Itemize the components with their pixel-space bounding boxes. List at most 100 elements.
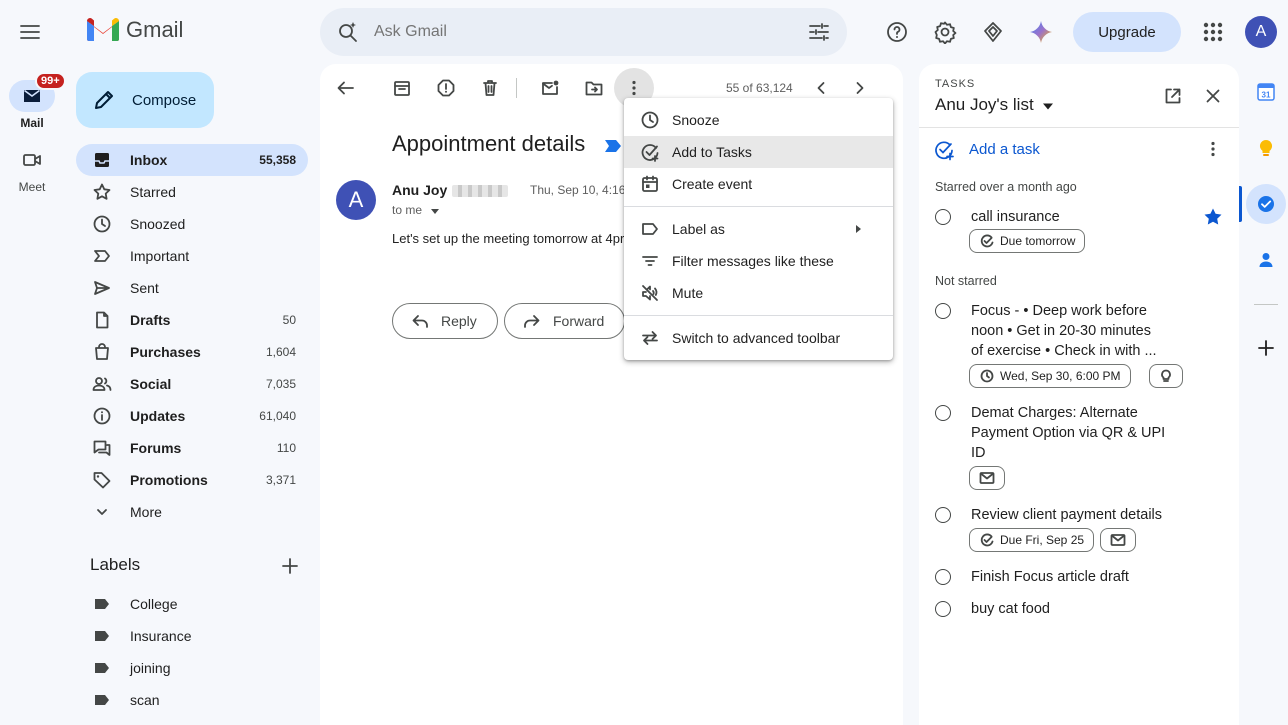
move-to-button[interactable] — [574, 68, 614, 108]
menu-switch-toolbar[interactable]: Switch to advanced toolbar — [624, 322, 893, 354]
more-actions-menu: Snooze Add to Tasks Create event Label a… — [624, 98, 893, 360]
nav-snoozed[interactable]: Snoozed — [76, 208, 308, 240]
main-menu-button[interactable] — [10, 12, 50, 52]
help-icon — [887, 22, 907, 42]
task-complete-checkbox[interactable] — [935, 601, 951, 617]
star-filled-icon[interactable] — [1203, 207, 1223, 227]
email-link-chip[interactable] — [1100, 528, 1136, 552]
upgrade-button[interactable]: Upgrade — [1073, 12, 1181, 52]
add-task-button[interactable]: Add a task — [969, 141, 1040, 158]
gemini-features-button[interactable] — [973, 12, 1013, 52]
task-options-button[interactable] — [1193, 129, 1233, 169]
email-subject: Appointment details — [392, 131, 586, 156]
task-complete-checkbox[interactable] — [935, 405, 951, 421]
nav-more[interactable]: More — [76, 496, 308, 528]
label-scan[interactable]: scan — [76, 684, 308, 716]
calendar-app-button[interactable]: 31 — [1246, 72, 1286, 112]
tasks-eyebrow: TASKS — [935, 78, 976, 90]
menu-add-to-tasks[interactable]: Add to Tasks — [624, 136, 893, 168]
draft-icon — [96, 311, 109, 329]
add-task-icon — [641, 144, 659, 162]
active-app-indicator — [1239, 186, 1242, 222]
menu-filter-messages[interactable]: Filter messages like these — [624, 245, 893, 277]
nav-purchases[interactable]: Purchases 1,604 — [76, 336, 308, 368]
search-options-icon[interactable] — [807, 20, 831, 44]
nav-social[interactable]: Social 7,035 — [76, 368, 308, 400]
due-chip[interactable]: Due tomorrow — [969, 229, 1086, 253]
nav-inbox[interactable]: Inbox 55,358 — [76, 144, 308, 176]
nav-label: Drafts — [130, 312, 171, 328]
nav-forums[interactable]: Forums 110 — [76, 432, 308, 464]
settings-button[interactable] — [925, 12, 965, 52]
important-marker-icon[interactable] — [604, 139, 622, 153]
task-complete-checkbox[interactable] — [935, 507, 951, 523]
tag-icon — [93, 472, 111, 489]
menu-label-as[interactable]: Label as — [624, 213, 893, 245]
reply-button[interactable]: Reply — [392, 303, 498, 339]
search-bar[interactable] — [320, 8, 847, 56]
keep-app-button[interactable] — [1246, 128, 1286, 168]
search-input[interactable] — [374, 20, 774, 44]
recipient-line[interactable]: to me — [392, 203, 441, 217]
reply-icon — [412, 315, 428, 328]
menu-snooze[interactable]: Snooze — [624, 104, 893, 136]
task-list-selector[interactable]: Anu Joy's list — [935, 95, 1054, 115]
nav-label: Promotions — [130, 472, 208, 488]
keep-note-chip[interactable] — [1149, 364, 1183, 388]
back-button[interactable] — [326, 68, 366, 108]
menu-mute[interactable]: Mute — [624, 277, 893, 309]
nav-sent[interactable]: Sent — [76, 272, 308, 304]
task-title[interactable]: Demat Charges: Alternate Payment Option … — [971, 403, 1167, 463]
recipient-text: to me — [392, 203, 423, 217]
nav-promotions[interactable]: Promotions 3,371 — [76, 464, 308, 496]
task-complete-checkbox[interactable] — [935, 209, 951, 225]
apps-button[interactable] — [1193, 12, 1233, 52]
email-link-chip[interactable] — [969, 466, 1005, 490]
get-addons-button[interactable] — [1246, 328, 1286, 368]
forward-button[interactable]: Forward — [504, 303, 626, 339]
gmail-logo[interactable]: Gmail — [86, 17, 183, 43]
due-chip[interactable]: Due Fri, Sep 25 — [969, 528, 1095, 552]
due-chip-label: Due tomorrow — [1000, 234, 1076, 248]
sender-name[interactable]: Anu Joy — [392, 182, 447, 198]
task-list-name: Anu Joy's list — [935, 95, 1034, 114]
account-avatar[interactable]: A — [1245, 16, 1277, 48]
task-title[interactable]: Review client payment details — [971, 505, 1167, 525]
mark-unread-button[interactable] — [530, 68, 570, 108]
task-title[interactable]: Finish Focus article draft — [971, 567, 1167, 587]
label-joining[interactable]: joining — [76, 652, 308, 684]
create-label-button[interactable] — [270, 546, 310, 586]
label-insurance[interactable]: Insurance — [76, 620, 308, 652]
close-tasks-button[interactable] — [1193, 76, 1233, 116]
task-complete-checkbox[interactable] — [935, 569, 951, 585]
tasks-app-button[interactable] — [1246, 184, 1286, 224]
nav-drafts[interactable]: Drafts 50 — [76, 304, 308, 336]
pager-count: 55 of 63,124 — [726, 81, 793, 95]
nav-starred[interactable]: Starred — [76, 176, 308, 208]
compose-button[interactable]: Compose — [76, 72, 214, 128]
due-chip[interactable]: Wed, Sep 30, 6:00 PM — [969, 364, 1131, 388]
support-button[interactable] — [877, 12, 917, 52]
rail-meet[interactable]: Meet — [0, 144, 64, 194]
task-title[interactable]: call insurance — [971, 207, 1167, 227]
label-college[interactable]: College — [76, 588, 308, 620]
task-title[interactable]: buy cat food — [971, 599, 1167, 619]
nav-updates[interactable]: Updates 61,040 — [76, 400, 308, 432]
open-in-new-window-button[interactable] — [1153, 76, 1193, 116]
menu-create-event[interactable]: Create event — [624, 168, 893, 200]
add-task-icon[interactable] — [933, 139, 955, 161]
chevron-down-icon — [97, 509, 107, 515]
delete-button[interactable] — [470, 68, 510, 108]
gemini-button[interactable] — [1021, 12, 1061, 52]
archive-button[interactable] — [382, 68, 422, 108]
rail-mail[interactable]: 99+ Mail — [0, 72, 66, 130]
report-spam-button[interactable] — [426, 68, 466, 108]
contacts-app-button[interactable] — [1246, 240, 1286, 280]
move-folder-icon — [585, 81, 603, 96]
nav-important[interactable]: Important — [76, 240, 308, 272]
task-title[interactable]: Focus - • Deep work before noon • Get in… — [971, 301, 1167, 361]
chevron-left-icon — [817, 82, 825, 94]
gem-icon — [984, 22, 1002, 42]
forum-icon — [93, 440, 111, 456]
task-complete-checkbox[interactable] — [935, 303, 951, 319]
